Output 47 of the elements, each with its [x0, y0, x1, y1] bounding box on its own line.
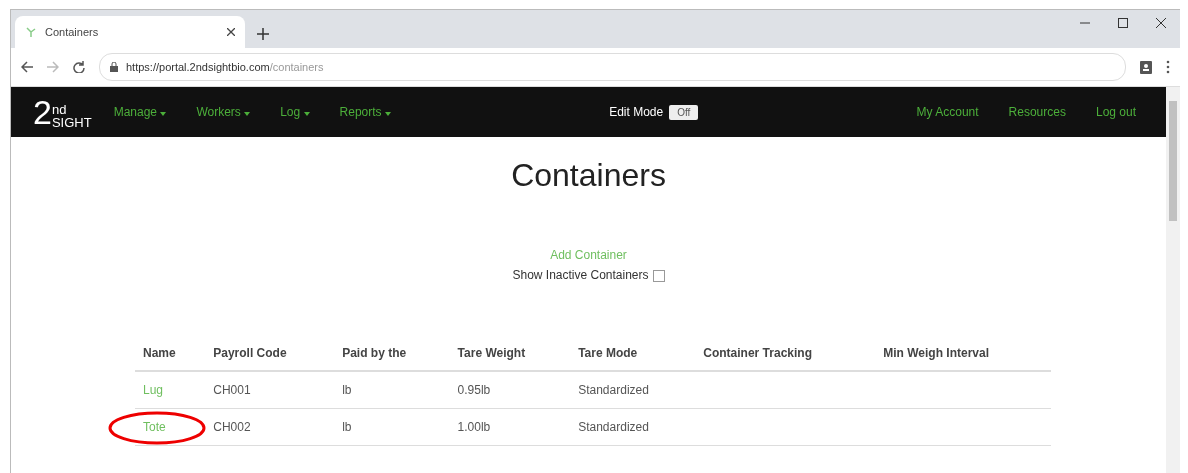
table-cell: 1.00lb — [457, 420, 491, 434]
caret-icon — [244, 112, 251, 116]
nav-menu[interactable]: Log — [280, 105, 310, 119]
maximize-icon[interactable] — [1118, 18, 1128, 28]
close-icon[interactable] — [1156, 18, 1166, 28]
menu-icon[interactable] — [1166, 60, 1170, 74]
column-header: Min Weigh Interval — [875, 340, 1051, 371]
nav-link[interactable]: Resources — [1008, 105, 1066, 119]
caret-icon — [384, 112, 391, 116]
new-tab-icon[interactable] — [257, 28, 269, 40]
column-header: Tare Mode — [570, 340, 696, 371]
nav-menu[interactable]: Reports — [339, 105, 391, 119]
close-icon[interactable] — [227, 28, 235, 36]
nav-link[interactable]: My Account — [916, 105, 979, 119]
leaf-icon — [25, 26, 37, 38]
table-cell: lb — [342, 383, 352, 397]
column-header: Payroll Code — [205, 340, 335, 371]
table-cell: 0.95lb — [457, 383, 491, 397]
url-host: https://portal.2ndsightbio.com — [126, 61, 270, 73]
reload-icon[interactable] — [73, 61, 85, 73]
page-title: Containers — [510, 157, 667, 194]
lock-icon — [110, 62, 118, 72]
table-cell: Standardized — [578, 383, 649, 397]
table-cell: CH002 — [213, 420, 251, 434]
tab-title: Containers — [45, 26, 100, 38]
table-cell: Standardized — [578, 420, 649, 434]
caret-icon — [160, 112, 167, 116]
address-bar[interactable]: https://portal.2ndsightbio.com/containers — [99, 53, 1126, 81]
table-cell: lb — [342, 420, 352, 434]
column-header: Tare Weight — [449, 340, 571, 371]
table-cell: CH001 — [213, 383, 251, 397]
nav-link[interactable]: Log out — [1095, 105, 1136, 119]
checkbox[interactable] — [652, 269, 665, 282]
edit-mode-toggle[interactable]: Off — [669, 104, 699, 120]
browser-tab[interactable]: Containers — [15, 16, 245, 48]
nav-menu[interactable]: Workers — [196, 105, 251, 119]
edit-mode-label: Edit Mode — [609, 105, 664, 119]
url-path: /containers — [269, 61, 324, 73]
scrollbar[interactable] — [1169, 101, 1177, 221]
column-header: Paid by the — [334, 340, 450, 371]
caret-icon — [303, 112, 310, 116]
column-header: Container Tracking — [695, 340, 876, 371]
nav-menu[interactable]: Manage — [113, 105, 167, 119]
back-icon[interactable] — [21, 61, 33, 73]
column-header: Name — [135, 340, 206, 371]
checkbox-label: Show Inactive Containers — [512, 268, 649, 282]
profile-icon[interactable] — [1140, 60, 1152, 74]
